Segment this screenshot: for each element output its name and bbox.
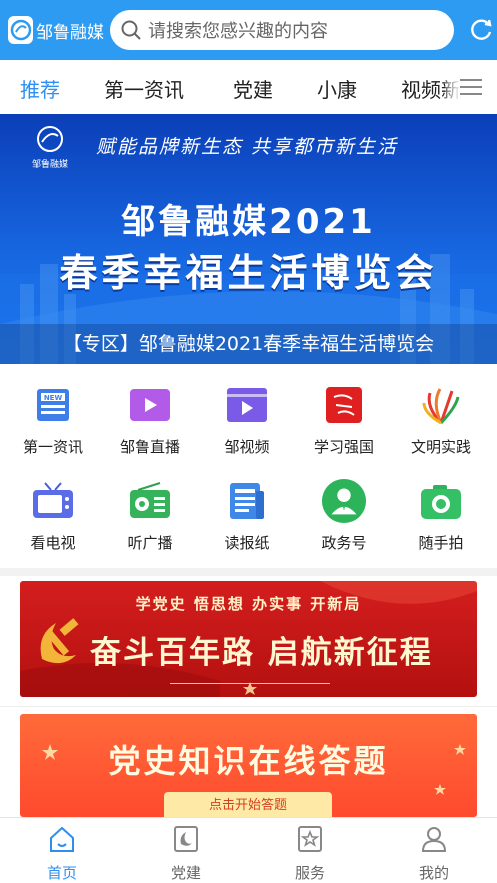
top-header: 邹鲁融媒 请搜索您感兴趣的内容 — [0, 0, 497, 60]
grid-item-government[interactable]: 政务号 — [294, 466, 394, 556]
tab-xiaokang[interactable]: 小康 — [317, 74, 357, 103]
nav-label: 服务 — [294, 864, 325, 882]
tab-party[interactable]: 党建 — [233, 74, 273, 103]
grid-item-live[interactable]: 邹鲁直播 — [100, 370, 200, 460]
banner-brand-text: 邹鲁融媒 — [31, 160, 68, 170]
grid-item-video[interactable]: 邹视频 — [197, 370, 297, 460]
radio-icon — [127, 478, 173, 524]
carousel-banner[interactable]: 邹鲁融媒 赋能品牌新生态 共享都市新生活 邹鲁融媒2021 春季幸福生活博览会 … — [0, 114, 497, 364]
section-gap — [0, 568, 497, 576]
nav-home[interactable]: 首页 — [0, 824, 124, 883]
news-icon: NEW — [30, 382, 76, 428]
xuexi-icon — [321, 382, 367, 428]
refresh-icon[interactable] — [468, 17, 494, 43]
party-history-banner[interactable]: 学党史 悟思想 办实事 开新局 奋斗百年路 启航新征程 — [20, 581, 477, 697]
grid-item-tv[interactable]: 看电视 — [3, 466, 103, 556]
nav-label: 首页 — [46, 864, 77, 882]
grid-item-civilization[interactable]: 文明实践 — [391, 370, 491, 460]
section-divider — [0, 706, 497, 707]
start-quiz-button[interactable]: 点击开始答题 — [164, 792, 332, 817]
quiz-title: 党史知识在线答题 — [108, 742, 389, 780]
nav-label: 党建 — [170, 864, 201, 882]
banner-title-line1: 邹鲁融媒2021 — [121, 202, 376, 242]
tab-first-news[interactable]: 第一资讯 — [104, 74, 184, 103]
feature-grid: NEW 第一资讯 邹鲁直播 邹视频 学习强国 文明实践 看电视 听广播 读报纸 … — [0, 370, 497, 566]
tv-icon — [30, 478, 76, 524]
grid-item-radio[interactable]: 听广播 — [100, 466, 200, 556]
grid-item-xuexi[interactable]: 学习强国 — [294, 370, 394, 460]
app-page: 邹鲁融媒 请搜索您感兴趣的内容 推荐 第一资讯 党建 小康 视频新 邹鲁融媒 赋… — [0, 0, 497, 883]
grid-label: 读报纸 — [224, 534, 270, 552]
app-name: 邹鲁融媒 — [36, 22, 104, 43]
service-icon — [298, 826, 322, 852]
search-input[interactable]: 请搜索您感兴趣的内容 — [110, 10, 454, 50]
government-icon — [321, 478, 367, 524]
nav-label: 我的 — [418, 864, 449, 882]
quiz-banner[interactable]: 党史知识在线答题 点击开始答题 — [20, 714, 477, 817]
party-banner-line — [170, 683, 330, 684]
bottom-nav: 首页 党建 服务 我的 — [0, 817, 497, 883]
grid-item-camera[interactable]: 随手拍 — [391, 466, 491, 556]
party-banner-main: 奋斗百年路 启航新征程 — [90, 635, 433, 671]
party-icon — [174, 826, 198, 852]
home-icon — [50, 826, 74, 852]
banner-slogan: 赋能品牌新生态 共享都市新生活 — [96, 136, 399, 158]
nav-profile[interactable]: 我的 — [372, 824, 496, 883]
app-logo[interactable]: 邹鲁融媒 — [8, 16, 104, 44]
grid-label: 听广播 — [127, 534, 173, 552]
banner-brand: 邹鲁融媒 — [28, 124, 72, 170]
tab-menu-button[interactable] — [445, 60, 497, 114]
search-placeholder: 请搜索您感兴趣的内容 — [148, 21, 328, 42]
video-icon — [224, 382, 270, 428]
grid-label: 随手拍 — [418, 534, 464, 552]
live-icon — [127, 382, 173, 428]
party-banner-top: 学党史 悟思想 办实事 开新局 — [135, 595, 362, 613]
nav-service[interactable]: 服务 — [248, 824, 372, 883]
menu-icon — [460, 79, 482, 95]
svg-text:NEW: NEW — [44, 394, 63, 402]
search-icon — [121, 20, 141, 40]
brand-logo-icon — [37, 126, 63, 152]
hammer-sickle-icon — [40, 618, 79, 664]
nav-party[interactable]: 党建 — [124, 824, 248, 883]
grid-label: 看电视 — [30, 534, 76, 552]
newspaper-icon — [224, 478, 270, 524]
profile-icon — [421, 827, 447, 852]
grid-label: 邹视频 — [224, 438, 270, 456]
grid-item-first-news[interactable]: NEW 第一资讯 — [3, 370, 103, 460]
grid-item-newspaper[interactable]: 读报纸 — [197, 466, 297, 556]
grid-label: 邹鲁直播 — [119, 438, 180, 456]
grid-label: 第一资讯 — [22, 438, 83, 456]
banner-caption: 【专区】邹鲁融媒2021春季幸福生活博览会 — [0, 324, 497, 364]
category-tabs: 推荐 第一资讯 党建 小康 视频新 — [0, 60, 497, 114]
civilization-icon — [418, 382, 464, 428]
banner-title-line2: 春季幸福生活博览会 — [59, 251, 438, 295]
grid-label: 文明实践 — [410, 438, 471, 456]
tab-recommend[interactable]: 推荐 — [20, 74, 60, 103]
grid-label: 政务号 — [321, 534, 367, 552]
grid-label: 学习强国 — [313, 438, 374, 456]
camera-icon — [418, 478, 464, 524]
logo-icon — [8, 16, 33, 44]
